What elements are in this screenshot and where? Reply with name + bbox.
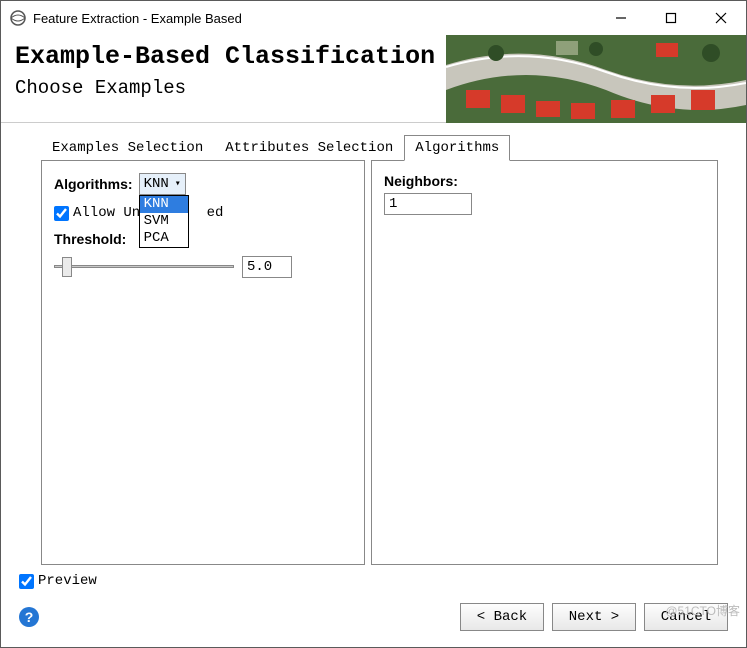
app-icon xyxy=(9,9,27,27)
tabstrip: Examples Selection Attributes Selection … xyxy=(1,123,746,161)
tab-examples-selection[interactable]: Examples Selection xyxy=(41,135,214,161)
algorithms-selected: KNN xyxy=(144,176,169,192)
page-title: Example-Based Classification xyxy=(15,43,435,71)
preview-label: Preview xyxy=(38,573,97,589)
neighbors-label: Neighbors: xyxy=(384,173,705,189)
threshold-label: Threshold: xyxy=(54,231,352,247)
allow-unclassified-checkbox[interactable] xyxy=(54,206,69,221)
option-svm[interactable]: SVM xyxy=(140,213,188,230)
back-button[interactable]: < Back xyxy=(460,603,544,631)
allow-unclassified-label-left: Allow Unc xyxy=(73,205,149,221)
window-root: Feature Extraction - Example Based Examp… xyxy=(0,0,747,648)
option-knn[interactable]: KNN xyxy=(140,196,188,213)
threshold-input[interactable] xyxy=(242,256,292,278)
algorithms-combobox[interactable]: KNN ▾ KNN SVM PCA xyxy=(139,173,186,195)
panel-algorithms: Algorithms: KNN ▾ KNN SVM PCA Allow Unc xyxy=(41,160,365,565)
minimize-button[interactable] xyxy=(596,1,646,35)
next-button[interactable]: Next > xyxy=(552,603,636,631)
algorithms-label: Algorithms: xyxy=(54,176,133,192)
panel-neighbors: Neighbors: xyxy=(371,160,718,565)
preview-checkbox[interactable] xyxy=(19,574,34,589)
option-pca[interactable]: PCA xyxy=(140,230,188,247)
titlebar: Feature Extraction - Example Based xyxy=(1,1,746,35)
threshold-slider[interactable] xyxy=(54,255,234,279)
tab-attributes-selection[interactable]: Attributes Selection xyxy=(214,135,404,161)
allow-unclassified-label-right: ed xyxy=(207,205,224,221)
banner-image xyxy=(446,35,746,123)
algorithms-dropdown: KNN SVM PCA xyxy=(139,195,189,248)
neighbors-input[interactable] xyxy=(384,193,472,215)
page-subtitle: Choose Examples xyxy=(15,77,435,99)
window-title: Feature Extraction - Example Based xyxy=(33,11,596,26)
help-icon[interactable]: ? xyxy=(19,607,39,627)
chevron-down-icon: ▾ xyxy=(175,178,181,190)
tab-algorithms[interactable]: Algorithms xyxy=(404,135,510,161)
maximize-button[interactable] xyxy=(646,1,696,35)
close-button[interactable] xyxy=(696,1,746,35)
banner: Example-Based Classification Choose Exam… xyxy=(1,35,746,123)
watermark: @51CTO博客 xyxy=(665,602,740,619)
